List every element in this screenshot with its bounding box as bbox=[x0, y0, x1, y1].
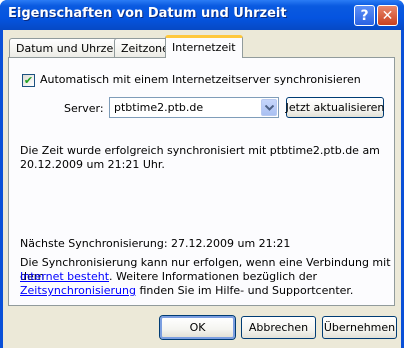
tab-datum-und-uhrzeit[interactable]: Datum und Uhrzeit bbox=[9, 38, 128, 58]
tab-label: Zeitzone bbox=[121, 42, 169, 55]
time-sync-link[interactable]: Zeitsynchronisierung bbox=[20, 284, 136, 297]
checkmark-icon: ✔ bbox=[23, 74, 34, 87]
sync-status-line1: Die Zeit wurde erfolgreich synchronisier… bbox=[20, 144, 380, 157]
info-line3-rest: finden Sie im Hilfe- und Supportcenter. bbox=[135, 284, 354, 297]
info-line2: Internet besteht. Weitere Informationen … bbox=[20, 270, 317, 284]
cancel-label: Abbrechen bbox=[248, 321, 309, 334]
auto-sync-checkbox[interactable]: ✔ bbox=[22, 74, 35, 87]
sync-status-line2: 20.12.2009 um 21:21 Uhr. bbox=[20, 158, 165, 171]
internet-link[interactable]: Internet besteht bbox=[20, 270, 109, 283]
cancel-button[interactable]: Abbrechen bbox=[241, 316, 316, 339]
next-sync-text: Nächste Synchronisierung: 27.12.2009 um … bbox=[20, 237, 291, 250]
server-combobox[interactable]: ptbtime2.ptb.de bbox=[109, 97, 279, 118]
info-line2-rest: . Weitere Informationen bezüglich der bbox=[109, 270, 317, 283]
ok-button[interactable]: OK bbox=[160, 316, 235, 339]
apply-label: Übernehmen bbox=[323, 321, 396, 334]
window-title: Eigenschaften von Datum und Uhrzeit bbox=[8, 6, 287, 21]
close-icon: ✕ bbox=[381, 7, 394, 24]
ok-label: OK bbox=[189, 321, 206, 334]
close-button[interactable]: ✕ bbox=[377, 5, 398, 26]
server-label: Server: bbox=[64, 102, 104, 115]
info-line3: Zeitsynchronisierung finden Sie im Hilfe… bbox=[20, 284, 353, 298]
tab-label: Internetzeit bbox=[172, 41, 236, 54]
internetzeit-panel: ✔ Automatisch mit einem Internetzeitserv… bbox=[8, 57, 395, 306]
dialog-window: Eigenschaften von Datum und Uhrzeit ? ✕ … bbox=[0, 0, 404, 348]
chevron-down-icon[interactable] bbox=[261, 99, 277, 116]
dialog-client-area: Datum und Uhrzeit Zeitzone Internetzeit … bbox=[3, 30, 401, 348]
help-button[interactable]: ? bbox=[354, 5, 375, 26]
apply-button[interactable]: Übernehmen bbox=[322, 316, 397, 339]
server-value: ptbtime2.ptb.de bbox=[114, 101, 204, 114]
tab-internetzeit[interactable]: Internetzeit bbox=[165, 35, 243, 58]
auto-sync-label[interactable]: Automatisch mit einem Internetzeitserver… bbox=[40, 73, 361, 86]
update-now-label: Jetzt aktualisieren bbox=[285, 101, 385, 114]
help-icon: ? bbox=[360, 7, 369, 24]
title-bar[interactable]: Eigenschaften von Datum und Uhrzeit ? ✕ bbox=[0, 0, 404, 30]
tab-label: Datum und Uhrzeit bbox=[16, 42, 121, 55]
update-now-button[interactable]: Jetzt aktualisieren bbox=[286, 97, 384, 118]
